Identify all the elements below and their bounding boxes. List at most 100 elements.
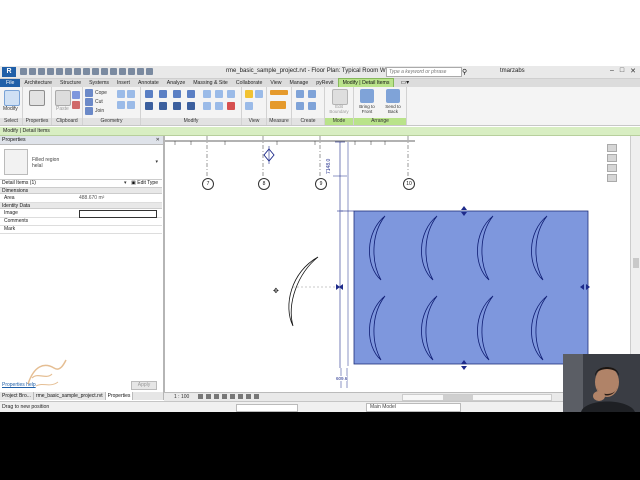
crop-view-icon[interactable] — [230, 394, 235, 399]
delete-icon[interactable] — [227, 102, 235, 110]
type-selector[interactable]: Filled region helal ▾ — [0, 145, 162, 180]
sync-icon[interactable] — [38, 68, 45, 75]
shadows-icon[interactable] — [222, 394, 227, 399]
close-hidden-icon[interactable] — [137, 68, 144, 75]
bring-to-front-icon[interactable] — [360, 89, 374, 103]
grid-bubble-10[interactable]: 10 — [403, 178, 415, 190]
split-face-icon[interactable] — [127, 90, 135, 98]
copy-element-icon[interactable] — [159, 102, 167, 110]
tab-structure[interactable]: Structure — [56, 79, 85, 87]
section-identity-data[interactable]: Identity Data — [0, 203, 162, 209]
tab-file[interactable]: File — [0, 79, 21, 87]
modify-cursor-icon[interactable] — [4, 90, 20, 106]
panel-label-select[interactable]: Select — [0, 118, 22, 125]
tab-manage[interactable]: Manage — [286, 79, 313, 87]
temporary-hide-icon[interactable] — [246, 394, 251, 399]
section-icon[interactable] — [119, 68, 126, 75]
trim-icon[interactable] — [187, 102, 195, 110]
application-menu-button[interactable]: R — [2, 67, 16, 77]
chevron-down-icon[interactable]: ▾ — [124, 179, 127, 187]
tab-pyrevit[interactable]: pyRevit — [312, 79, 337, 87]
send-to-back-icon[interactable] — [386, 89, 400, 103]
tab-systems[interactable]: Systems — [85, 79, 113, 87]
print-icon[interactable] — [65, 68, 72, 75]
mirror-axis-icon[interactable] — [173, 90, 181, 98]
tab-view[interactable]: View — [266, 79, 285, 87]
save-icon[interactable] — [29, 68, 36, 75]
create-assembly-icon[interactable] — [296, 90, 304, 98]
tab-project-file[interactable]: rme_basic_sample_project.rvt — [34, 392, 106, 400]
horizontal-scrollbar[interactable] — [402, 394, 552, 401]
send-to-back-label[interactable]: Send to Back — [382, 104, 404, 114]
tab-properties[interactable]: Properties — [105, 392, 134, 400]
cut-geometry-icon[interactable] — [85, 98, 93, 106]
paste-icon[interactable] — [55, 90, 71, 106]
edit-boundary-icon[interactable] — [332, 89, 348, 105]
view-scale[interactable]: 1 : 100 — [174, 394, 189, 400]
instance-filter-dropdown[interactable]: Detail Items (1) — [2, 179, 36, 187]
chevron-down-icon[interactable]: ▾ — [155, 159, 158, 165]
tab-architecture[interactable]: Architecture — [20, 79, 56, 87]
move-icon[interactable] — [145, 102, 153, 110]
measure-icon[interactable] — [270, 90, 288, 95]
bring-to-front-label[interactable]: Bring to Front — [356, 104, 378, 114]
override-graphics-icon[interactable] — [255, 90, 263, 98]
hide-crop-icon[interactable] — [238, 394, 243, 399]
maximize-button[interactable]: □ — [620, 67, 624, 75]
cut-label[interactable]: Cut — [95, 99, 103, 105]
copy-icon[interactable] — [72, 91, 80, 99]
horizontal-scroll-thumb[interactable] — [443, 395, 473, 400]
redo-icon[interactable] — [56, 68, 63, 75]
cut-icon[interactable] — [72, 101, 80, 109]
zoom-icon[interactable] — [607, 154, 617, 162]
array-icon[interactable] — [215, 90, 223, 98]
section-dimensions[interactable]: Dimensions — [0, 188, 162, 194]
measure-icon[interactable] — [74, 68, 81, 75]
paint-icon[interactable] — [117, 101, 125, 109]
apply-button[interactable]: Apply — [131, 381, 157, 390]
aligned-dimension-icon[interactable] — [270, 101, 286, 109]
wall-join-icon[interactable] — [117, 90, 125, 98]
bottom-dimension-text[interactable]: 609.6 — [336, 376, 348, 381]
undo-icon[interactable] — [47, 68, 54, 75]
demolish-icon[interactable] — [127, 101, 135, 109]
tab-project-browser[interactable]: Project Bro... — [0, 392, 34, 400]
tab-insert[interactable]: Insert — [113, 79, 134, 87]
3d-view-icon[interactable] — [110, 68, 117, 75]
close-icon[interactable]: ✕ — [156, 136, 160, 144]
cope-icon[interactable] — [85, 89, 93, 97]
dimension-icon[interactable] — [83, 68, 90, 75]
join-label[interactable]: Join — [95, 108, 104, 114]
linework-icon[interactable] — [245, 102, 253, 110]
user-name[interactable]: tmarzabs — [500, 68, 525, 74]
tab-analyze[interactable]: Analyze — [163, 79, 189, 87]
create-parts-icon[interactable] — [308, 90, 316, 98]
scale-icon[interactable] — [227, 90, 235, 98]
close-button[interactable]: ✕ — [630, 67, 636, 75]
unpin-icon[interactable] — [215, 102, 223, 110]
search-input[interactable]: Type a keyword or phrase — [386, 67, 462, 77]
image-field[interactable] — [79, 210, 157, 218]
pan-icon[interactable] — [607, 164, 617, 172]
grid-bubble-8[interactable]: 8 — [258, 178, 270, 190]
pin-icon[interactable] — [203, 102, 211, 110]
mirror-draw-icon[interactable] — [187, 90, 195, 98]
orbit-icon[interactable] — [607, 174, 617, 182]
workset-selector[interactable] — [236, 404, 298, 412]
visual-style-icon[interactable] — [206, 394, 211, 399]
vertical-scroll-thumb[interactable] — [633, 258, 639, 268]
tab-massing-site[interactable]: Massing & Site — [189, 79, 232, 87]
tab-collaborate[interactable]: Collaborate — [232, 79, 267, 87]
sun-path-icon[interactable] — [214, 394, 219, 399]
align-icon[interactable] — [145, 90, 153, 98]
tab-annotate[interactable]: Annotate — [134, 79, 163, 87]
steering-wheel-icon[interactable] — [607, 144, 617, 152]
ribbon-toggle-icon[interactable]: ▭▾ — [396, 79, 413, 87]
filled-region[interactable] — [353, 210, 589, 365]
text-icon[interactable] — [101, 68, 108, 75]
grid-bubble-7[interactable]: 7 — [202, 178, 214, 190]
offset-icon[interactable] — [159, 90, 167, 98]
join-icon[interactable] — [85, 107, 93, 115]
floor-plan-drawing[interactable]: ✥ — [165, 136, 631, 392]
properties-icon[interactable] — [29, 90, 45, 106]
